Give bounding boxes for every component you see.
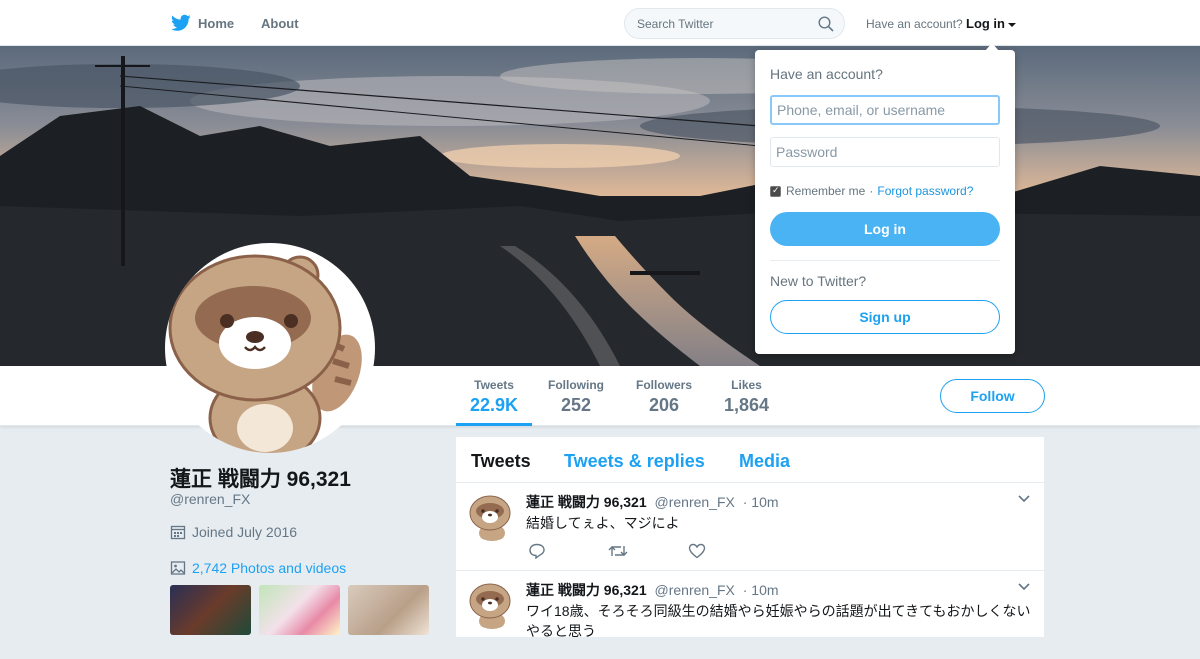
tweet-timestamp[interactable]: · 10m xyxy=(743,582,779,598)
tab-tweets[interactable]: Tweets xyxy=(471,451,531,472)
photo-thumbnail[interactable] xyxy=(348,585,429,635)
photo-thumbnail[interactable] xyxy=(170,585,251,635)
new-to-twitter-text: New to Twitter? xyxy=(770,273,867,289)
stat-following-label: Following xyxy=(548,378,604,392)
tab-media[interactable]: Media xyxy=(739,451,790,472)
nav-home-link[interactable]: Home xyxy=(172,16,234,31)
stat-following[interactable]: Following 252 xyxy=(548,378,604,416)
stat-following-value: 252 xyxy=(560,395,592,415)
nav-home-label: Home xyxy=(198,16,235,31)
tweet-author-handle[interactable]: @renren_FX xyxy=(655,494,735,510)
search-box xyxy=(624,8,845,39)
tweet-actions xyxy=(528,543,768,564)
nav-about-link[interactable]: About xyxy=(261,16,299,31)
follow-button[interactable]: Follow xyxy=(940,379,1045,413)
reply-icon[interactable] xyxy=(528,543,546,560)
tweet-text: ワイ18歳、そろそろ同級生の結婚やら妊娠やらの話題が出てきてもおかしくない やる… xyxy=(526,601,1030,641)
stat-tweets[interactable]: Tweets 22.9K xyxy=(456,378,533,426)
tweet-author-name[interactable]: 蓮正 戦闘力 96,321 xyxy=(526,582,647,598)
password-field[interactable] xyxy=(770,137,1000,167)
joined-text: Joined July 2016 xyxy=(192,524,298,540)
profile-avatar[interactable] xyxy=(165,243,375,453)
login-dropdown-toggle[interactable]: Log in xyxy=(966,16,1016,31)
have-account-text: Have an account? xyxy=(866,17,963,31)
tweet-item[interactable]: 蓮正 戦闘力 96,321 @renren_FX · 10m 結婚してぇよ、マジ… xyxy=(456,483,1044,571)
dropdown-divider xyxy=(770,260,1000,261)
profile-handle: @renren_FX xyxy=(170,491,251,507)
tweet-text-line: ワイ18歳、そろそろ同級生の結婚やら妊娠やらの話題が出てきてもおかしくない xyxy=(526,603,1031,619)
username-field[interactable] xyxy=(770,95,1000,125)
image-icon xyxy=(170,561,186,575)
remember-me-checkbox[interactable] xyxy=(770,185,781,197)
search-icon[interactable] xyxy=(818,16,834,32)
timeline-tabs: Tweets Tweets & replies Media xyxy=(456,437,1044,483)
login-button[interactable]: Log in xyxy=(770,212,1000,246)
search-input[interactable] xyxy=(625,9,805,38)
signup-button[interactable]: Sign up xyxy=(770,300,1000,334)
tweet-timestamp[interactable]: · 10m xyxy=(743,494,779,510)
separator-dot: · xyxy=(869,184,874,198)
dropdown-arrow xyxy=(985,43,999,51)
timeline: Tweets Tweets & replies Media 蓮正 戦闘力 96,… xyxy=(456,437,1044,659)
stat-likes-label: Likes xyxy=(731,378,762,392)
login-dropdown: Have an account? Remember me · Forgot pa… xyxy=(755,43,1015,354)
stat-followers-label: Followers xyxy=(636,378,693,392)
chevron-down-icon[interactable] xyxy=(1018,583,1030,591)
joined-date: Joined July 2016 xyxy=(170,524,297,540)
tweet-author-handle[interactable]: @renren_FX xyxy=(655,582,735,598)
caret-down-icon xyxy=(1008,22,1016,27)
tweet-text-line: やると思う xyxy=(526,623,596,639)
chevron-down-icon[interactable] xyxy=(1018,495,1030,503)
login-link-label: Log in xyxy=(966,16,1005,31)
tweet-author-name[interactable]: 蓮正 戦闘力 96,321 xyxy=(526,494,647,510)
login-dropdown-title: Have an account? xyxy=(770,66,883,82)
stat-likes-value: 1,864 xyxy=(724,395,770,415)
tweet-item[interactable]: 蓮正 戦闘力 96,321 @renren_FX · 10m ワイ18歳、そろそ… xyxy=(456,571,1044,659)
remember-me-label[interactable]: Remember me xyxy=(786,184,865,198)
tweet-avatar[interactable] xyxy=(468,493,516,541)
profile-name: 蓮正 戦闘力 96,321 xyxy=(170,468,351,491)
retweet-icon[interactable] xyxy=(608,543,628,559)
top-navigation-bar: Home About Have an account? Log in xyxy=(0,0,1200,46)
forgot-password-link[interactable]: Forgot password? xyxy=(877,184,973,198)
tweet-header: 蓮正 戦闘力 96,321 @renren_FX · 10m xyxy=(526,492,779,512)
like-icon[interactable] xyxy=(688,543,706,559)
tab-tweets-replies[interactable]: Tweets & replies xyxy=(564,451,705,472)
calendar-icon xyxy=(170,525,186,540)
active-tab-underline xyxy=(456,423,533,426)
remember-me-row: Remember me · Forgot password? xyxy=(770,184,973,198)
photos-videos-label: 2,742 Photos and videos xyxy=(192,560,347,576)
stat-followers[interactable]: Followers 206 xyxy=(636,378,692,416)
photos-videos-link[interactable]: 2,742 Photos and videos xyxy=(170,560,346,576)
stat-likes[interactable]: Likes 1,864 xyxy=(724,378,769,416)
tweet-text: 結婚してぇよ、マジによ xyxy=(526,515,680,531)
tweet-header: 蓮正 戦闘力 96,321 @renren_FX · 10m xyxy=(526,580,779,600)
photo-thumbnail[interactable] xyxy=(259,585,340,635)
tweet-avatar[interactable] xyxy=(468,581,516,629)
stat-tweets-label: Tweets xyxy=(474,378,514,392)
stat-followers-value: 206 xyxy=(648,395,680,415)
stat-tweets-value: 22.9K xyxy=(470,395,519,415)
